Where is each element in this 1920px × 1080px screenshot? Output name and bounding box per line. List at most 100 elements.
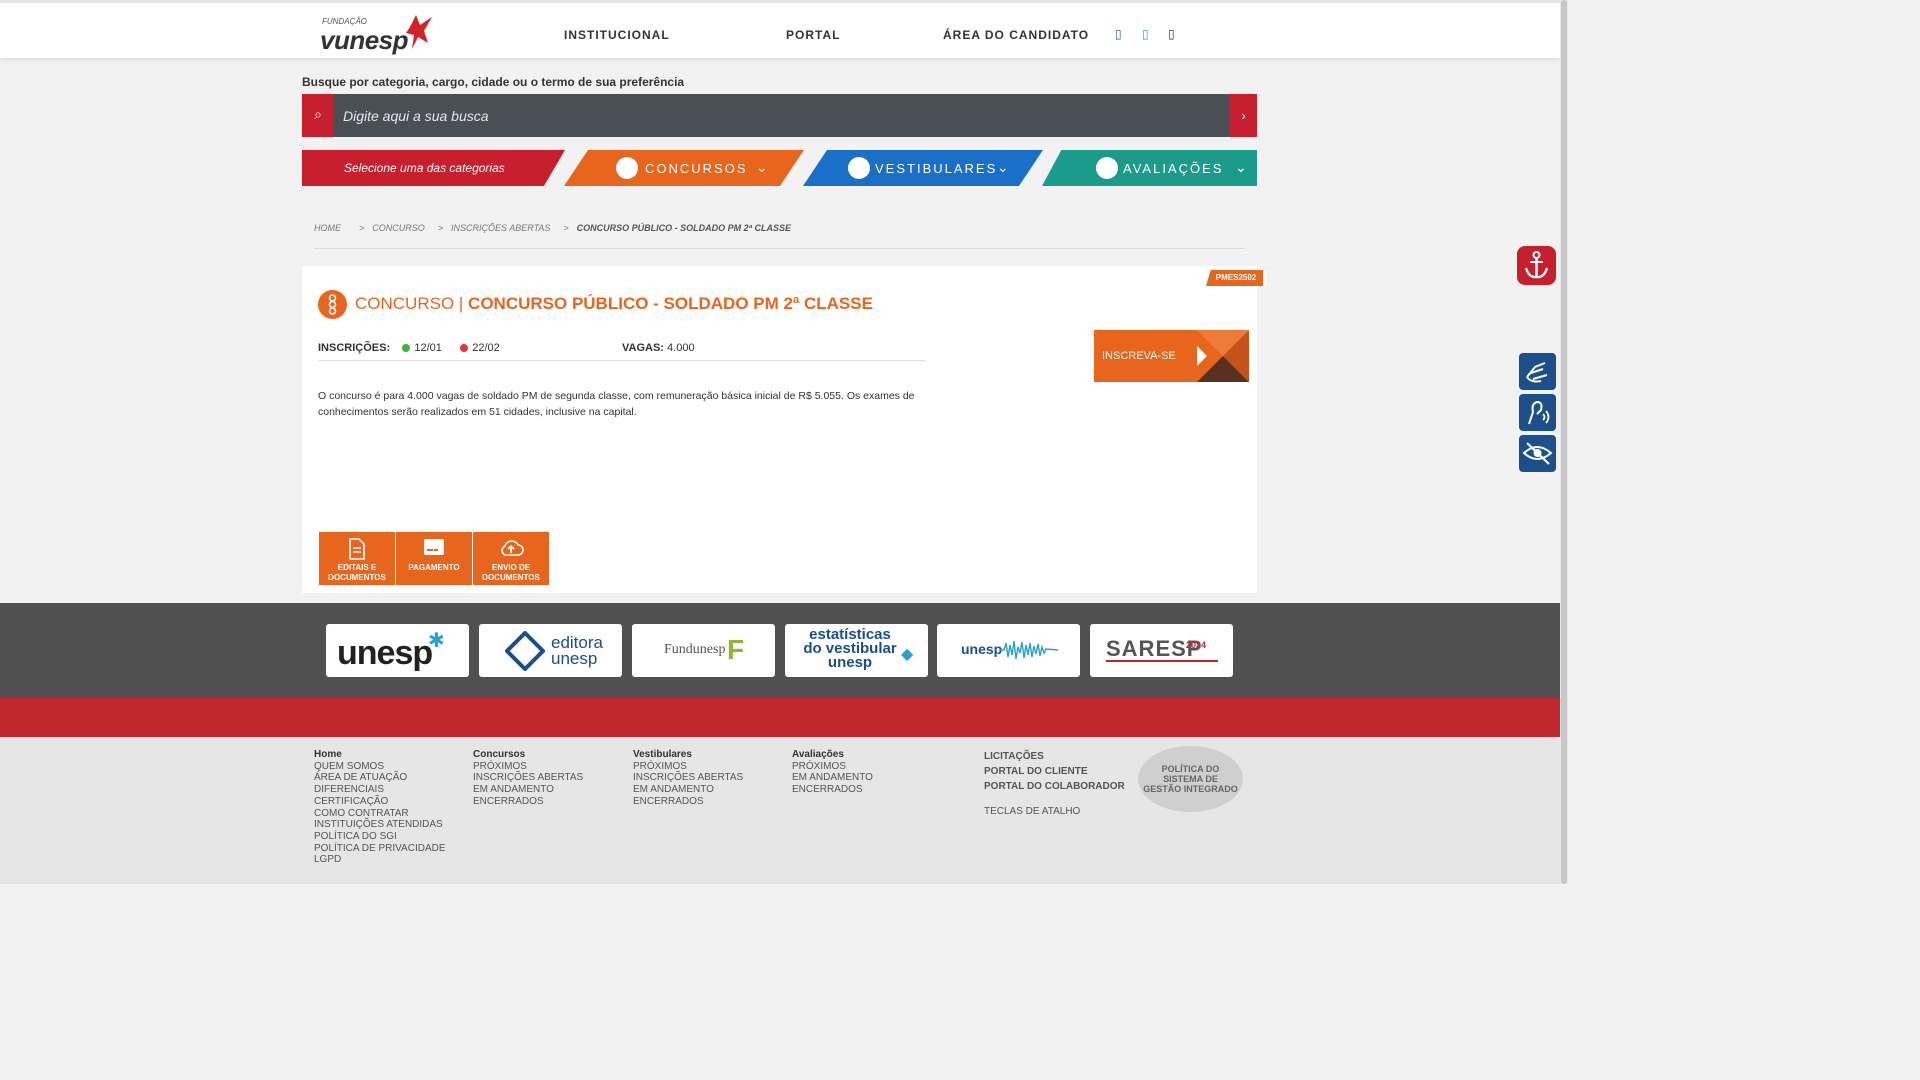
page-scrollbar[interactable] — [1560, 0, 1568, 884]
search-icon[interactable]: ⌕ — [302, 94, 334, 137]
nav-institucional[interactable]: INSTITUCIONAL — [564, 28, 670, 42]
nav-area-candidato[interactable]: ÁREA DO CANDIDATO — [943, 28, 1089, 42]
footer-link[interactable]: ENCERRADOS — [473, 796, 583, 808]
footer-link[interactable]: COMO CONTRATAR — [314, 808, 446, 820]
inscricoes-end-date: 22/02 — [472, 342, 500, 354]
footer-avaliacoes-heading[interactable]: Avaliações — [792, 749, 873, 761]
search-submit-button[interactable]: › — [1230, 94, 1257, 137]
editais-documentos-button[interactable]: EDITAIS E DOCUMENTOS — [319, 532, 395, 585]
partner-editora-unesp[interactable]: editora unesp — [479, 624, 622, 677]
footer-home-heading[interactable]: Home — [314, 749, 446, 761]
footer-col-concursos: Concursos PRÓXIMOS INSCRIÇÕES ABERTAS EM… — [473, 749, 583, 808]
inscreva-se-button[interactable]: INSCREVA-SE — [1094, 330, 1249, 382]
footer-link[interactable]: EM ANDAMENTO — [792, 772, 873, 784]
breadcrumb-current: CONCURSO PÚBLICO - SOLDADO PM 2ª CLASSE — [576, 223, 792, 233]
category-avaliacoes-button[interactable]: AVALIAÇÕES ⌄ — [1042, 150, 1257, 186]
exam-code-badge: PMES2502 — [1206, 270, 1266, 286]
breadcrumb-home[interactable]: HOME — [314, 223, 341, 233]
footer-right-links: LICITAÇÕES PORTAL DO CLIENTE PORTAL DO C… — [984, 751, 1125, 817]
status-open-dot — [402, 344, 411, 352]
footer-link[interactable]: INSTITUIÇÕES ATENDIDAS — [314, 819, 446, 831]
footer-link[interactable]: INSCRIÇÕES ABERTAS — [473, 772, 583, 784]
editais-line2: DOCUMENTOS — [328, 573, 386, 582]
saresp-underline — [1106, 660, 1218, 662]
podcast-unesp-text: unesp — [961, 641, 1003, 657]
breadcrumb-concurso[interactable]: CONCURSO — [372, 223, 425, 233]
partner-unesp[interactable]: unesp ✱ — [326, 624, 469, 677]
footer-portal-colaborador-link[interactable]: PORTAL DO COLABORADOR — [984, 781, 1125, 792]
fundunesp-text: Fundunesp — [664, 642, 726, 657]
editora-logo-icon — [505, 631, 545, 671]
chevron-down-icon: ⌄ — [1235, 159, 1247, 175]
saresp-year: 2024 — [1186, 640, 1207, 650]
category-avaliacoes-label: AVALIAÇÕES — [1123, 161, 1224, 176]
envio-line1: ENVIO DE — [491, 563, 531, 572]
footer-link[interactable]: QUEM SOMOS — [314, 761, 446, 773]
search-caption: Busque por categoria, cargo, cidade ou o… — [302, 75, 685, 89]
audio-wave-icon — [1000, 640, 1058, 660]
category-select-label: Selecione uma das categorias — [344, 161, 505, 175]
partner-estatisticas-vestibular[interactable]: estatísticas do vestibular unesp ◆ — [785, 624, 928, 677]
footer-link[interactable]: PRÓXIMOS — [633, 761, 743, 773]
footer-link[interactable]: EM ANDAMENTO — [473, 784, 583, 796]
sgi-policy-badge[interactable]: POLÍTICA DO SISTEMA DE GESTÃO INTEGRADO — [1138, 746, 1243, 812]
footer-link[interactable]: ENCERRADOS — [633, 796, 743, 808]
footer-vestibulares-heading[interactable]: Vestibulares — [633, 749, 743, 761]
partner-saresp[interactable]: SARESP 2024 — [1090, 624, 1233, 677]
partner-unesp-podcast[interactable]: unesp — [937, 624, 1080, 677]
footer-link[interactable]: DIFERENCIAIS — [314, 784, 446, 796]
footer-link[interactable]: LGPD — [314, 854, 446, 866]
category-select-label-box: Selecione uma das categorias — [302, 150, 565, 186]
footer-concursos-heading[interactable]: Concursos — [473, 749, 583, 761]
red-band — [0, 698, 1560, 737]
footer-link[interactable]: ENCERRADOS — [792, 784, 873, 796]
logo-main-text: vunesp — [320, 25, 409, 55]
footer-teclas-atalho-link[interactable]: TECLAS DE ATALHO — [984, 806, 1125, 817]
estatisticas-text-line3: unesp — [827, 654, 873, 671]
instagram-icon[interactable]: ▯ — [1168, 27, 1175, 41]
footer-link[interactable]: CERTIFICAÇÃO — [314, 796, 446, 808]
cube-icon: ◆ — [901, 646, 914, 663]
audio-reader-icon[interactable] — [1519, 394, 1556, 431]
category-vestibulares-button[interactable]: VESTIBULARES ⌄ — [803, 150, 1043, 186]
facebook-icon[interactable]: ▯ — [1115, 27, 1122, 41]
inscreva-se-label: INSCREVA-SE — [1102, 350, 1176, 362]
category-concursos-button[interactable]: CONCURSOS ⌄ — [564, 150, 804, 186]
twitter-icon[interactable]: ▯ — [1142, 27, 1149, 41]
sgi-line2: SISTEMA DE — [1163, 774, 1218, 784]
footer-link[interactable]: POLÍTICA DO SGI — [314, 831, 446, 843]
footer-link[interactable]: PRÓXIMOS — [792, 761, 873, 773]
anchor-icon[interactable] — [1517, 246, 1556, 285]
envio-line2: DOCUMENTOS — [482, 573, 540, 582]
vunesp-logo[interactable]: FUNDAÇÃO vunesp — [320, 11, 440, 55]
footer-link[interactable]: EM ANDAMENTO — [633, 784, 743, 796]
search-input[interactable] — [334, 94, 1230, 137]
envio-documentos-button[interactable]: ENVIO DE DOCUMENTOS — [473, 532, 549, 585]
graduation-cap-icon — [848, 157, 870, 179]
payment-card-icon — [424, 539, 444, 555]
search-bar: ⌕ › — [302, 94, 1257, 137]
partners-bar: unesp ✱ editora unesp Fundunesp F estatís… — [0, 603, 1560, 698]
inscricoes-label: INSCRIÇÕES: — [318, 342, 391, 354]
footer-link[interactable]: ÁREA DE ATUAÇÃO — [314, 772, 446, 784]
footer-link[interactable]: POLÍTICA DE PRIVACIDADE — [314, 843, 446, 855]
chevron-down-icon: ⌄ — [997, 159, 1009, 175]
footer-link[interactable]: PRÓXIMOS — [473, 761, 583, 773]
exam-info-row: INSCRIÇÕES: 12/01 22/02 VAGAS: 4.000 — [318, 342, 925, 361]
scrollbar-thumb[interactable] — [1561, 0, 1567, 884]
nav-portal[interactable]: PORTAL — [786, 28, 840, 42]
footer-portal-cliente-link[interactable]: PORTAL DO CLIENTE — [984, 766, 1125, 777]
exam-title-text: CONCURSO PÚBLICO - SOLDADO PM 2ª CLASSE — [468, 294, 873, 313]
breadcrumb: HOME > CONCURSO > INSCRIÇÕES ABERTAS > CONC… — [314, 223, 792, 233]
concursos-icon — [616, 157, 638, 179]
editora-text: editora unesp — [551, 634, 603, 667]
partner-fundunesp[interactable]: Fundunesp F — [632, 624, 775, 677]
pagamento-button[interactable]: PAGAMENTO — [396, 532, 472, 585]
visibility-off-icon[interactable] — [1519, 435, 1556, 472]
footer-link[interactable]: INSCRIÇÕES ABERTAS — [633, 772, 743, 784]
estatisticas-text: estatísticas do vestibular unesp — [795, 627, 905, 671]
breadcrumb-inscricoes-abertas[interactable]: INSCRIÇÕES ABERTAS — [451, 223, 550, 233]
document-icon — [349, 538, 365, 560]
footer-licitacoes-link[interactable]: LICITAÇÕES — [984, 751, 1125, 762]
sign-language-icon[interactable] — [1519, 353, 1556, 390]
